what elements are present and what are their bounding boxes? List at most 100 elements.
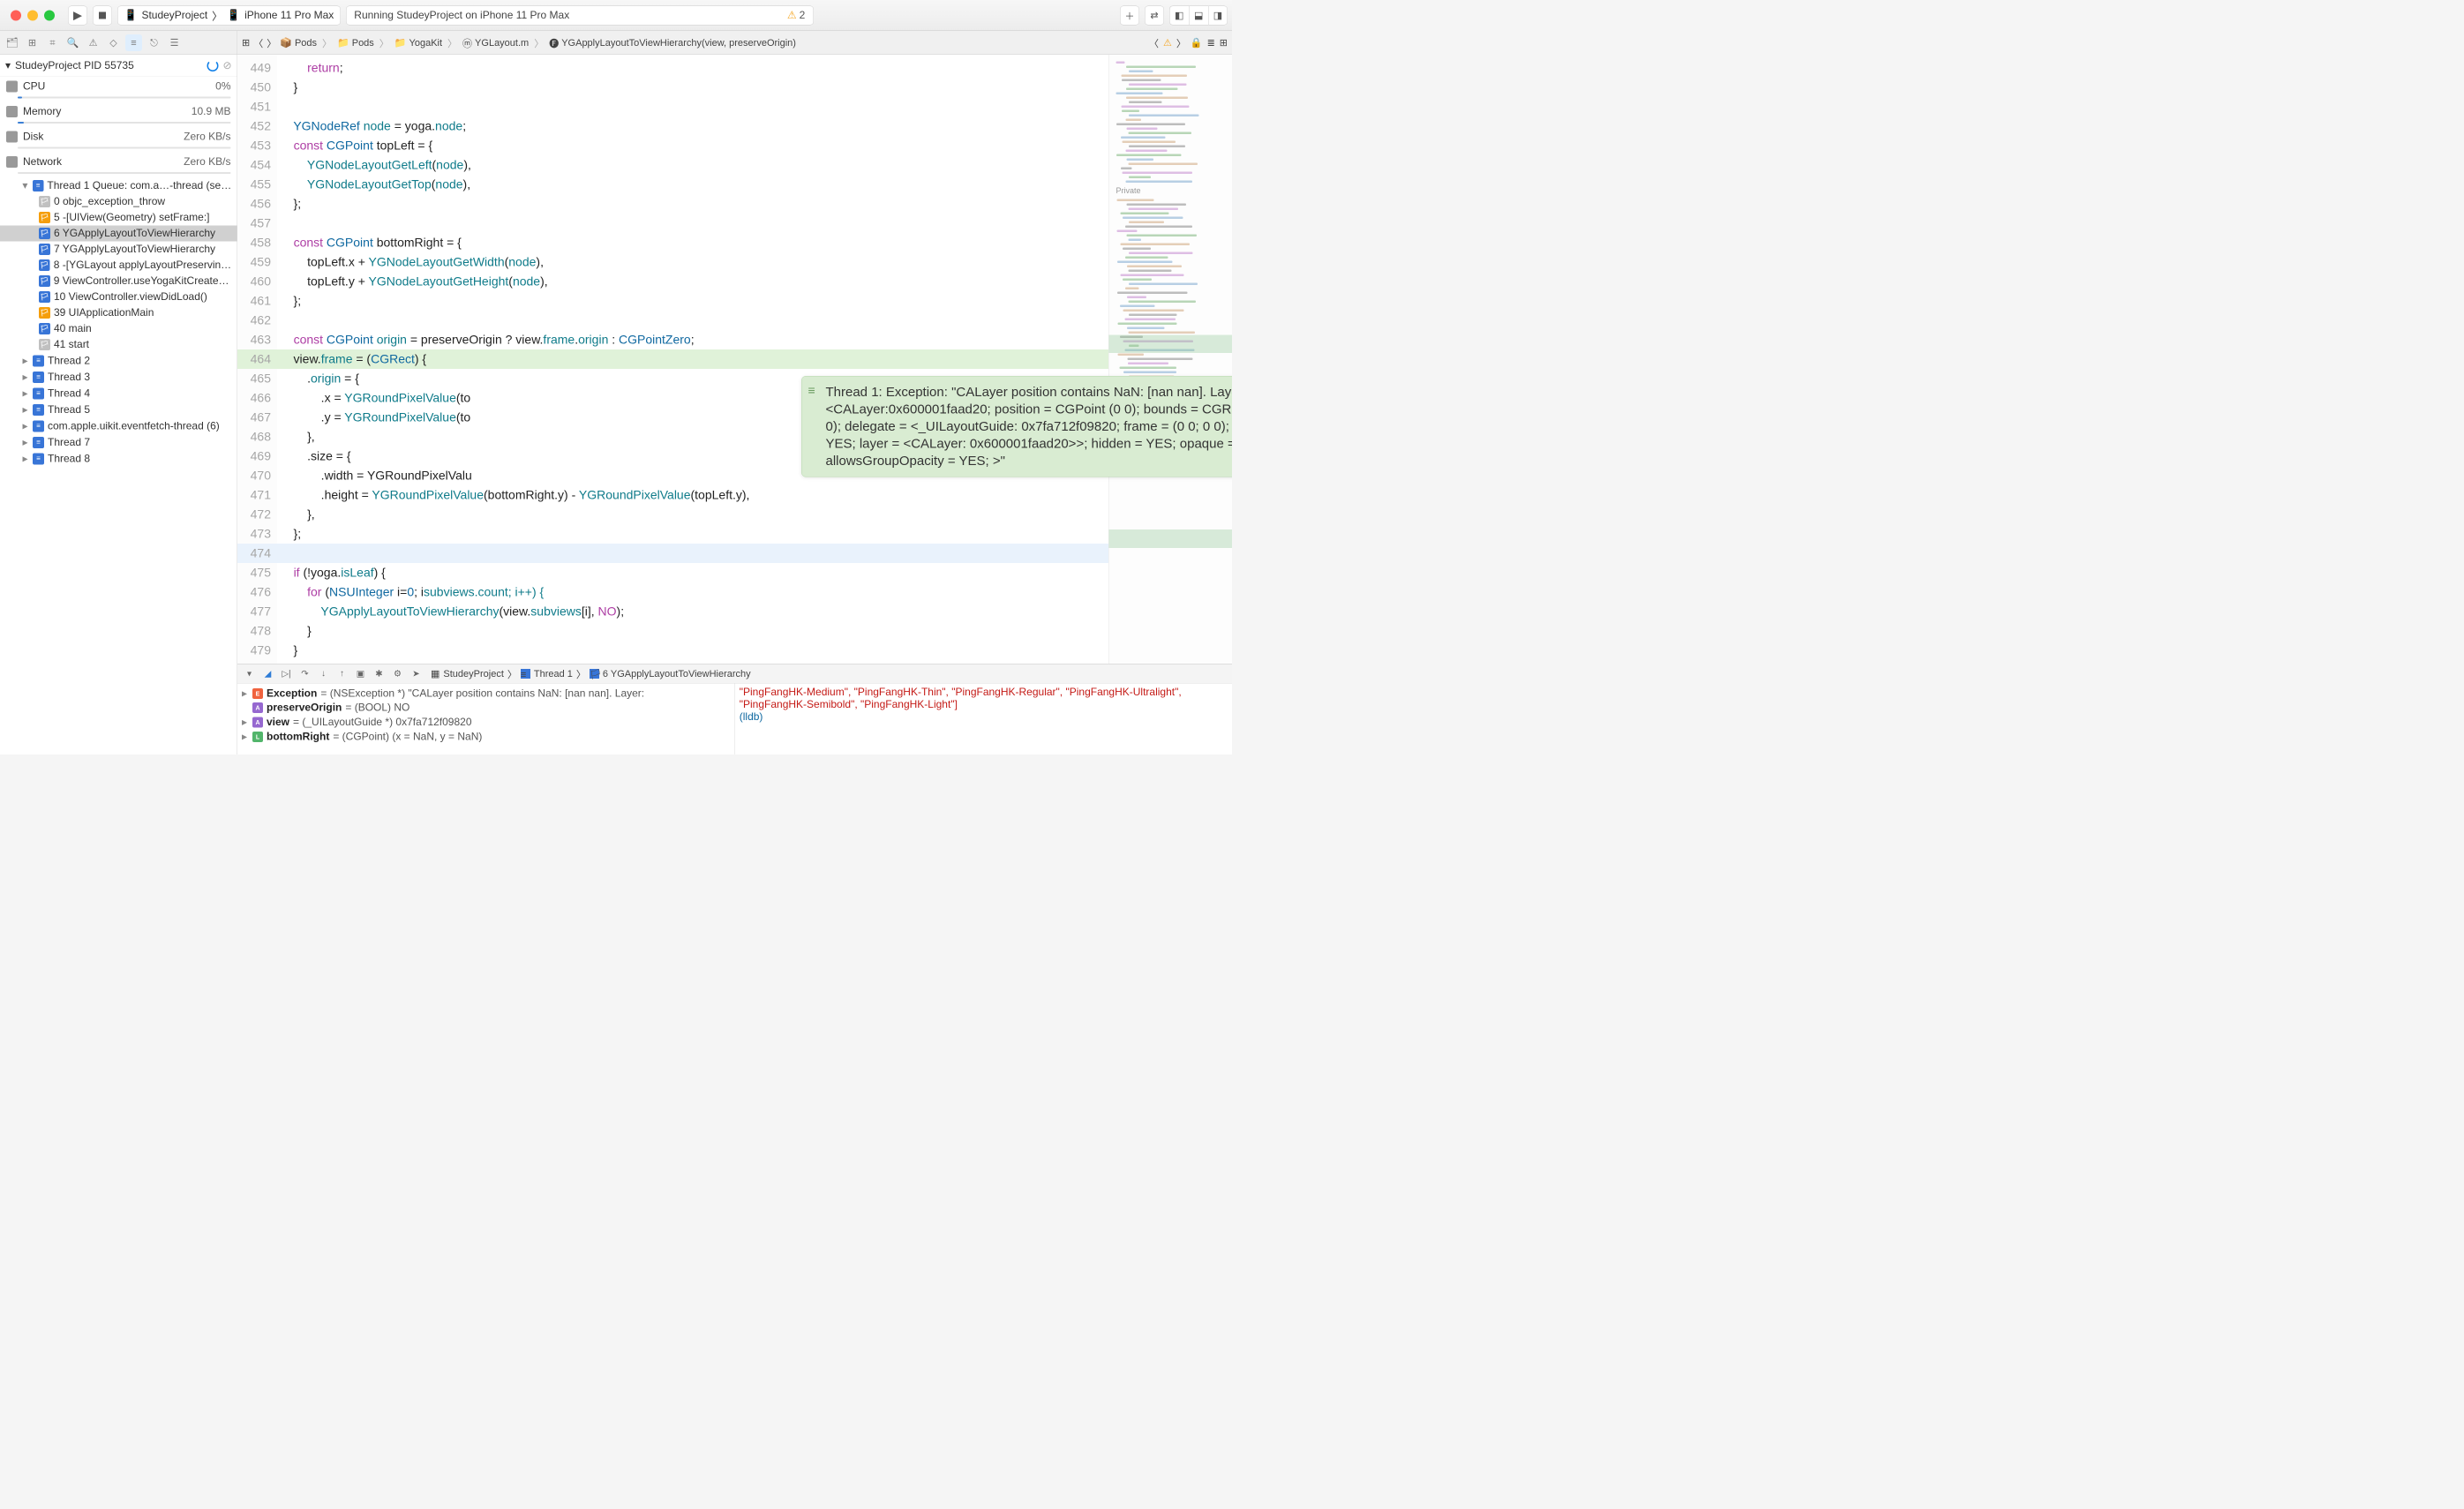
thread-1[interactable]: ▾≡Thread 1 Queue: com.a…-thread (serial) [0,177,237,194]
stack-frame[interactable]: 🏳5 -[UIView(Geometry) setFrame:] [0,210,237,226]
toggle-inspector-button[interactable]: ◨ [1208,5,1228,25]
debug-navigator: ▾ StudeyProject PID 55735 ⊘ CPU0% Memory… [0,55,237,754]
process-title: StudeyProject PID 55735 [15,59,202,71]
app-icon: 📱 [124,9,138,22]
close-window-icon[interactable] [11,10,21,20]
variable-row[interactable]: ApreserveOrigin = (BOOL) NO [242,701,730,715]
options-icon[interactable]: ⊘ [222,59,231,72]
thread-item[interactable]: ▸≡Thread 5 [0,402,237,418]
console-view[interactable]: "PingFangHK-Medium", "PingFangHK-Thin", … [734,684,1232,755]
thread-item[interactable]: ▸≡Thread 4 [0,386,237,402]
scheme-selector[interactable]: 📱 StudeyProject 〉 📱 iPhone 11 Pro Max [117,5,341,25]
thread-item[interactable]: ▸≡Thread 3 [0,369,237,386]
metric-cpu[interactable]: CPU0% [0,77,237,102]
metric-network[interactable]: NetworkZero KB/s [0,153,237,178]
view-debug-icon[interactable]: ▣ [353,666,368,681]
status-text: Running StudeyProject on iPhone 11 Pro M… [354,9,569,21]
test-nav-icon[interactable]: ◇ [105,34,122,51]
adjust-editor-icon[interactable]: ≣ [1207,37,1215,49]
crumb-2[interactable]: 📁 Pods [337,37,374,49]
crumb-5[interactable]: 🅕 YGApplyLayoutToViewHierarchy(view, pre… [549,35,796,49]
issue-nav-icon[interactable]: ⚠ [85,34,101,51]
step-over-icon[interactable]: ↷ [297,666,312,681]
source-control-nav-icon[interactable]: ⊞ [24,34,41,51]
thread-item[interactable]: ▸≡Thread 2 [0,353,237,370]
stack-frame[interactable]: 🏳39 UIApplicationMain [0,305,237,321]
back-button[interactable]: 〈 [253,35,263,49]
metric-disk[interactable]: DiskZero KB/s [0,127,237,153]
gauge-icon[interactable] [207,60,218,71]
step-into-icon[interactable]: ↓ [316,666,331,681]
warning-count: 2 [800,9,806,21]
source-code[interactable]: return; } YGNodeRef node = yoga.node; co… [277,55,1108,664]
disclosure-icon[interactable]: ▾ [5,59,11,72]
toggle-debug-area-button[interactable]: ⬓ [1189,5,1208,25]
variables-view[interactable]: ▸EException = (NSException *) "CALayer p… [237,684,734,755]
stack-frame[interactable]: 🏳8 -[YGLayout applyLayoutPreserving… [0,258,237,274]
scheme-device-name: iPhone 11 Pro Max [244,9,334,21]
hide-debug-icon[interactable]: ▾ [242,666,257,681]
thread-item[interactable]: ▸≡com.apple.uikit.eventfetch-thread (6) [0,418,237,435]
thread-item[interactable]: ▸≡Thread 7 [0,434,237,451]
forward-button[interactable]: 〉 [267,35,276,49]
debug-toolbar: ▾ ◢ ▷| ↷ ↓ ↑ ▣ ✱ ⚙ ➤ ▦StudeyProject 〉≡Th… [237,664,1232,684]
next-issue-icon[interactable]: 〉 [1176,35,1186,49]
drag-handle-icon[interactable]: ≡ [808,383,815,399]
minimize-window-icon[interactable] [27,10,38,20]
jump-bar[interactable]: ⊞ 〈 〉 📦 Pods〉 📁 Pods〉 📁 YogaKit〉 ⓜ YGLay… [237,31,1232,55]
add-button[interactable]: ＋ [1120,5,1139,25]
stack-frame[interactable]: 🏳6 YGApplyLayoutToViewHierarchy [0,226,237,242]
stop-button[interactable] [93,5,112,25]
report-nav-icon[interactable]: ☰ [166,34,183,51]
related-items-icon[interactable]: ⊞ [242,37,250,49]
lock-icon[interactable]: 🔒 [1191,37,1203,49]
prev-issue-icon[interactable]: 〈 [1149,35,1159,49]
crumb-1[interactable]: 📦 Pods [280,37,317,49]
fullscreen-window-icon[interactable] [44,10,55,20]
debug-nav-icon[interactable]: ≡ [125,34,142,51]
variable-row[interactable]: ▸EException = (NSException *) "CALayer p… [242,687,730,702]
warning-icon: ⚠ [787,9,797,22]
stack-frame[interactable]: 🏳0 objc_exception_throw [0,194,237,210]
toggle-navigator-button[interactable]: ◧ [1169,5,1189,25]
crumb-3[interactable]: 📁 YogaKit [394,37,442,49]
metric-memory[interactable]: Memory10.9 MB [0,102,237,128]
stack-frame[interactable]: 🏳10 ViewController.viewDidLoad() [0,289,237,305]
variable-row[interactable]: ▸LbottomRight = (CGPoint) (x = NaN, y = … [242,730,730,745]
run-button[interactable]: ▶ [68,5,87,25]
line-gutter: 4494504514524534544554564574584594604614… [237,55,277,664]
navigator-selector: 🗂 ⊞ ⌗ 🔍 ⚠ ◇ ≡ ⎋ ☰ [0,31,237,55]
debug-crumbs[interactable]: ▦StudeyProject 〉≡Thread 1 〉🏳6 YGApplyLay… [431,666,751,680]
chevron-right-icon: 〉 [212,8,222,24]
continue-icon[interactable]: ▷| [279,666,294,681]
device-icon: 📱 [227,9,240,22]
minimap[interactable]: Private [1108,55,1232,664]
find-nav-icon[interactable]: 🔍 [64,34,81,51]
library-button[interactable]: ⇄ [1145,5,1164,25]
stack-frame[interactable]: 🏳7 YGApplyLayoutToViewHierarchy [0,242,237,258]
exception-tooltip: ≡ ✕ Thread 1: Exception: "CALayer positi… [801,376,1232,477]
stack-frame[interactable]: 🏳9 ViewController.useYogaKitCreateU… [0,274,237,289]
process-header[interactable]: ▾ StudeyProject PID 55735 ⊘ [0,55,237,77]
debug-area: ▾ ◢ ▷| ↷ ↓ ↑ ▣ ✱ ⚙ ➤ ▦StudeyProject 〉≡Th… [237,664,1232,754]
location-icon[interactable]: ➤ [409,666,424,681]
activity-view[interactable]: Running StudeyProject on iPhone 11 Pro M… [346,5,814,25]
symbol-nav-icon[interactable]: ⌗ [44,34,61,51]
environment-icon[interactable]: ⚙ [390,666,405,681]
crumb-4[interactable]: ⓜ YGLayout.m [462,35,529,49]
project-nav-icon[interactable]: 🗂 [4,34,20,51]
main-area: ▾ StudeyProject PID 55735 ⊘ CPU0% Memory… [0,55,1232,754]
add-editor-icon[interactable]: ⊞ [1220,37,1228,49]
variable-row[interactable]: ▸Aview = (_UILayoutGuide *) 0x7fa712f098… [242,715,730,730]
thread-item[interactable]: ▸≡Thread 8 [0,451,237,468]
memory-graph-icon[interactable]: ✱ [372,666,387,681]
lldb-prompt: (lldb) [740,711,1228,724]
stack-frame[interactable]: 🏳40 main [0,321,237,337]
warning-badge[interactable]: ⚠ 2 [787,9,805,22]
breakpoint-nav-icon[interactable]: ⎋ [146,34,162,51]
breakpoints-icon[interactable]: ◢ [260,666,275,681]
stack-frame[interactable]: 🏳41 start [0,337,237,353]
traffic-lights [4,10,63,20]
minimap-section-label: Private [1116,186,1226,196]
step-out-icon[interactable]: ↑ [334,666,349,681]
